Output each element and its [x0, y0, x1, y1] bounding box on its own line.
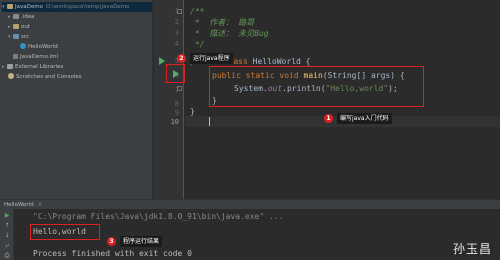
tree-item-label: JavaDemo	[15, 4, 43, 10]
soft-wrap-icon[interactable]: ⤶	[3, 242, 11, 250]
folder-icon	[13, 14, 19, 19]
close-icon[interactable]: ×	[38, 202, 43, 208]
tree-item-idea[interactable]: ▸ .idea	[8, 12, 148, 22]
line-number: 2	[174, 18, 179, 26]
tree-item-label: Scratches and Consoles	[16, 74, 82, 80]
tree-item-label: .idea	[21, 14, 35, 20]
brace: {	[300, 57, 311, 66]
tree-item-helloworld[interactable]: HelloWorld	[20, 42, 148, 52]
annotation-badge-1: 1	[324, 114, 333, 123]
annotation-badge-3: 3	[107, 237, 116, 246]
console-exit-line: Process finished with exit code 0	[33, 249, 192, 258]
run-button-highlight	[166, 64, 185, 83]
arrow-up-icon[interactable]: ↑	[3, 222, 11, 230]
comment-value: 路哥	[238, 18, 255, 27]
run-toolbar: ▶ ↑ ↓ ⤶ ⎙	[0, 209, 14, 260]
tree-item-javademo[interactable]: ▾ JavaDemo D:\workspace\temp\JavaDemo	[2, 2, 152, 12]
tree-item-external-libraries[interactable]: ▸ External Libraries	[2, 62, 150, 72]
comment-value: 未见Bug	[238, 29, 269, 38]
code-line-2: * 作者： 路哥	[190, 17, 254, 28]
tree-item-iml[interactable]: JavaDemo.iml	[13, 52, 148, 62]
output-highlight	[30, 224, 100, 240]
library-icon	[7, 64, 13, 69]
tree-item-scratches[interactable]: Scratches and Consoles	[8, 72, 148, 82]
project-tool-window: ▾ JavaDemo D:\workspace\temp\JavaDemo ▸ .id…	[0, 0, 153, 199]
run-tab-label: HelloWorld	[4, 202, 34, 208]
code-line-1: /**	[190, 7, 205, 16]
scratches-icon	[8, 73, 14, 79]
folder-icon	[13, 24, 19, 29]
console-command-line: "C:\Program Files\Java\jdk1.8.0_91\bin\j…	[33, 212, 284, 221]
tree-item-out[interactable]: ▸ out	[8, 22, 148, 32]
code-line-4: */	[190, 40, 205, 49]
fold-marker-icon[interactable]	[177, 86, 182, 91]
arrow-down-icon[interactable]: ↓	[3, 232, 11, 240]
tree-item-src[interactable]: ▾ src	[8, 32, 148, 42]
folder-icon	[7, 4, 13, 9]
code-line-9: }	[190, 107, 195, 116]
annotation-run-result: 程序运行结果	[120, 236, 163, 247]
java-class-icon	[20, 43, 26, 49]
comment-label: * 描述：	[190, 29, 239, 38]
code-block-highlight	[209, 66, 424, 107]
watermark: 孙玉昌	[452, 242, 492, 256]
text-caret	[209, 117, 210, 126]
line-number: 3	[174, 29, 179, 37]
fold-marker-icon[interactable]	[177, 9, 182, 14]
class-name: HelloWorld	[252, 57, 301, 66]
project-path: D:\workspace\temp\JavaDemo	[45, 4, 130, 10]
code-line-3: * 描述： 未见Bug	[190, 28, 269, 39]
line-number: 10	[170, 118, 179, 126]
editor-gutter: 1 2 3 4 5 6 7 8 9 10	[154, 0, 184, 199]
annotation-write-code: 编写java入门代码	[337, 113, 392, 124]
run-tool-window-header: HelloWorld ×	[0, 199, 500, 209]
line-number: 4	[174, 40, 179, 48]
tree-item-label: External Libraries	[15, 64, 64, 70]
tree-item-label: JavaDemo.iml	[20, 54, 59, 60]
print-icon[interactable]: ⎙	[3, 252, 11, 260]
annotation-run-program: 运行java程序	[190, 53, 233, 64]
comment-label: * 作者：	[190, 18, 239, 27]
tree-item-label: HelloWorld	[28, 44, 58, 50]
annotation-badge-2: 2	[177, 54, 186, 63]
source-folder-icon	[13, 34, 19, 39]
tree-item-label: src	[21, 34, 30, 40]
file-icon	[13, 54, 18, 59]
tree-item-label: out	[21, 24, 31, 30]
run-class-icon[interactable]	[159, 57, 165, 65]
rerun-icon[interactable]: ▶	[3, 212, 11, 220]
